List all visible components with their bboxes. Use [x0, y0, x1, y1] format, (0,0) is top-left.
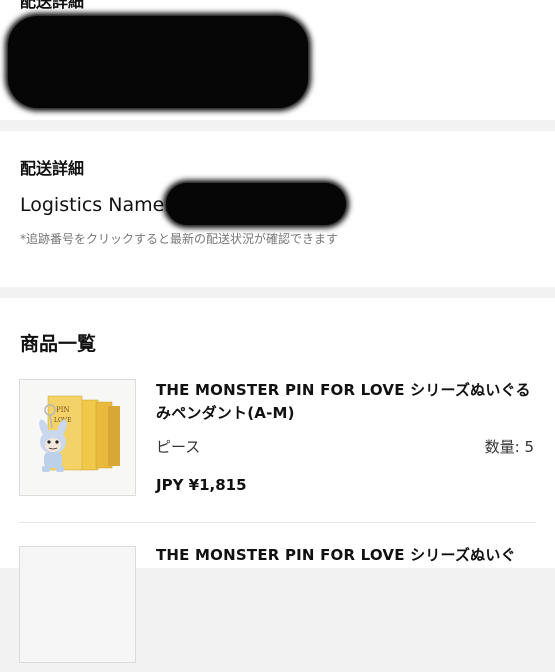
product-thumbnail[interactable] [19, 546, 136, 663]
address-section-title: 配送詳細 [20, 0, 85, 11]
logistics-name-label: Logistics Name: [20, 194, 171, 216]
svg-text:PIN: PIN [56, 406, 70, 414]
logistics-row: Logistics Name: [20, 194, 171, 216]
products-section-title: 商品一覧 [20, 333, 97, 355]
product-name[interactable]: THE MONSTER PIN FOR LOVE シリーズぬいぐるみペンダント(… [156, 379, 536, 425]
shipping-details-card: 配送詳細 Logistics Name: *追跡番号をクリックすると最新の配送状… [0, 131, 555, 287]
tracking-note: *追跡番号をクリックすると最新の配送状況が確認できます [20, 232, 339, 246]
products-card: 商品一覧 PIN LOVE [0, 298, 555, 663]
product-unit: ピース [156, 438, 201, 456]
redacted-address-block [8, 16, 308, 108]
address-card: 配送詳細 [0, 0, 555, 120]
product-divider [19, 522, 536, 523]
redacted-logistics-name[interactable] [166, 183, 346, 225]
product-thumbnail[interactable]: PIN LOVE [19, 379, 136, 496]
product-quantity: 数量: 5 [484, 438, 534, 456]
product-price: JPY ¥1,815 [156, 476, 247, 494]
product-image: PIN LOVE [20, 380, 135, 495]
product-item[interactable]: THE MONSTER PIN FOR LOVE シリーズぬいぐ [0, 542, 555, 672]
product-item[interactable]: PIN LOVE THE MONSTER PIN FOR LOVE シリーズぬい… [0, 379, 555, 509]
product-name[interactable]: THE MONSTER PIN FOR LOVE シリーズぬいぐ [156, 544, 536, 567]
shipping-section-title: 配送詳細 [20, 159, 85, 178]
